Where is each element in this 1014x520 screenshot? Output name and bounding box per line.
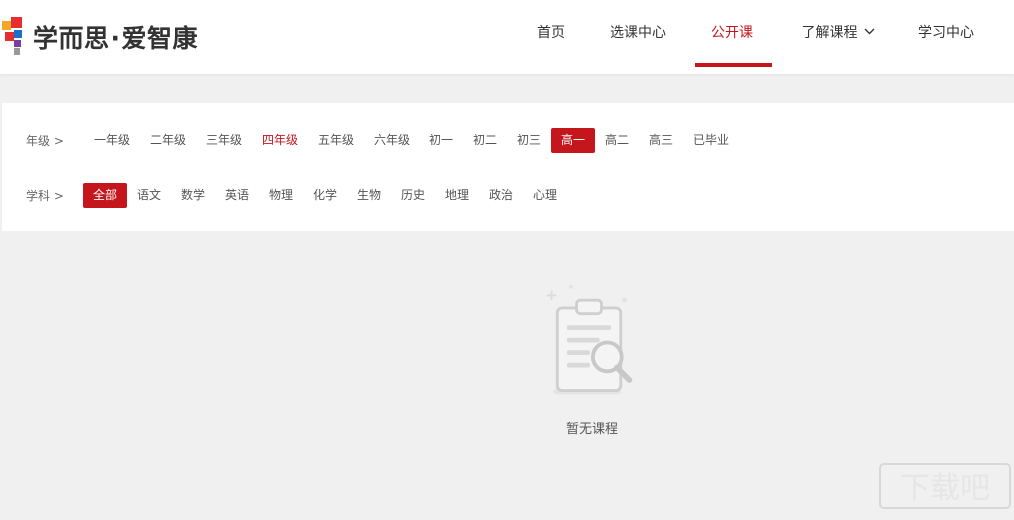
nav-course-center[interactable]: 选课中心 [609,0,667,68]
grade-option[interactable]: 高二 [601,128,633,153]
grade-filter-label: 年级 > [26,134,64,148]
nav-about-courses[interactable]: 了解课程 [797,0,879,68]
nav-about-courses-label: 了解课程 [801,25,858,41]
watermark-text: 下载吧 [900,471,990,506]
brand-name-part2: 爱智康 [121,24,199,53]
grade-option[interactable]: 初一 [425,128,457,153]
grade-filter-row: 年级 > 一年级 二年级 三年级 四年级 五年级 六年级 初一 初二 初三 高一… [2,128,1014,154]
grade-option[interactable]: 二年级 [146,128,190,153]
subject-option-selected[interactable]: 全部 [83,183,127,208]
subject-option[interactable]: 历史 [397,183,429,208]
subject-option[interactable]: 数学 [177,183,209,208]
nav-active-indicator [695,63,772,67]
filter-panel: 年级 > 一年级 二年级 三年级 四年级 五年级 六年级 初一 初二 初三 高一… [2,103,1014,231]
grade-option[interactable]: 四年级 [258,128,302,153]
grade-option-selected[interactable]: 高一 [551,128,595,153]
grade-option[interactable]: 初三 [513,128,545,153]
subject-option[interactable]: 语文 [133,183,165,208]
download-site-watermark-icon: 下载吧 [879,463,1011,509]
empty-state-message: 暂无课程 [565,422,618,437]
subject-option[interactable]: 地理 [441,183,473,208]
logo-mark-icon [2,17,30,57]
grade-option[interactable]: 高三 [645,128,677,153]
nav-learning-center[interactable]: 学习中心 [917,0,975,68]
clipboard-search-icon [546,284,633,395]
grade-option[interactable]: 初二 [469,128,501,153]
grade-option[interactable]: 三年级 [202,128,246,153]
grade-option[interactable]: 一年级 [90,128,134,153]
nav-home[interactable]: 首页 [536,0,566,68]
subject-option[interactable]: 心理 [529,183,561,208]
grade-option[interactable]: 六年级 [370,128,414,153]
nav-open-class[interactable]: 公开课 [709,0,755,68]
subject-option[interactable]: 生物 [353,183,385,208]
top-header: 学而思·爱智康 首页 选课中心 公开课 了解课程 学习中心 [0,0,1014,74]
brand-logo[interactable]: 学而思·爱智康 [2,17,198,57]
subject-option[interactable]: 政治 [485,183,517,208]
chevron-down-icon [864,28,874,35]
brand-name-part1: 学而思 [33,24,110,53]
subject-option[interactable]: 英语 [221,183,253,208]
subject-filter-row: 学科 > 全部 语文 数学 英语 物理 化学 生物 历史 地理 政治 心理 [2,183,1014,209]
subject-filter-label: 学科 > [26,189,64,203]
subject-option[interactable]: 物理 [265,183,297,208]
grade-option[interactable]: 五年级 [314,128,358,153]
brand-separator: · [110,24,121,53]
grade-option[interactable]: 已毕业 [689,128,733,153]
subject-option[interactable]: 化学 [309,183,341,208]
brand-wordmark: 学而思·爱智康 [33,19,198,55]
